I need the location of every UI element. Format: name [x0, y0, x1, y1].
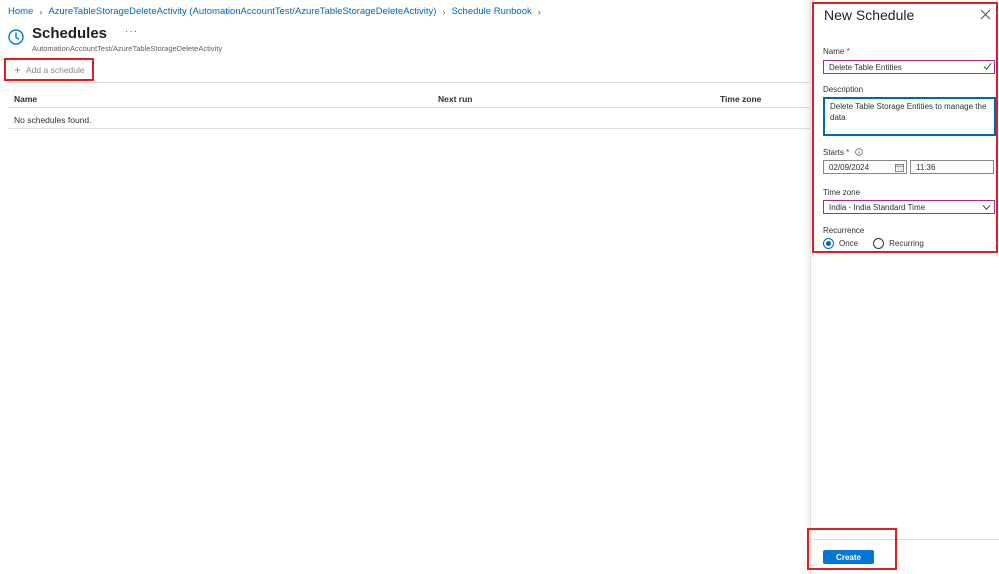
close-icon[interactable]: [980, 9, 991, 20]
time-zone-select[interactable]: India - India Standard Time: [823, 200, 995, 214]
recurrence-label: Recurrence: [823, 226, 865, 235]
page-title: Schedules: [32, 25, 108, 42]
panel-title: New Schedule: [824, 7, 915, 23]
breadcrumb: Home › AzureTableStorageDeleteActivity (…: [8, 6, 541, 17]
breadcrumb-runbook[interactable]: AzureTableStorageDeleteActivity (Automat…: [48, 6, 436, 17]
chevron-right-icon: ›: [537, 6, 541, 17]
recurrence-radio-group: Once Recurring: [823, 238, 934, 249]
create-button[interactable]: Create: [823, 550, 874, 564]
breadcrumb-schedule-runbook[interactable]: Schedule Runbook: [451, 6, 531, 17]
calendar-icon[interactable]: [895, 163, 904, 172]
breadcrumb-home[interactable]: Home: [8, 6, 33, 17]
page-subtitle: AutomationAccountTest/AzureTableStorageD…: [32, 44, 223, 53]
panel-footer-divider: [811, 539, 999, 540]
chevron-down-icon[interactable]: [982, 204, 991, 211]
description-label: Description: [823, 85, 864, 94]
radio-once[interactable]: [823, 238, 834, 249]
clock-icon: [8, 29, 24, 45]
chevron-right-icon: ›: [442, 6, 446, 17]
column-header-next-run[interactable]: Next run: [438, 94, 472, 104]
name-input[interactable]: Delete Table Entities: [823, 60, 995, 74]
start-time-input[interactable]: 11:36: [910, 160, 994, 174]
time-zone-label: Time zone: [823, 188, 861, 197]
radio-recurring-label: Recurring: [889, 239, 924, 248]
table-row: No schedules found.: [8, 109, 810, 129]
table-header: Name Next run Time zone: [8, 89, 810, 108]
radio-recurring[interactable]: [873, 238, 885, 249]
name-label: Name *: [823, 47, 850, 56]
more-options-icon[interactable]: ···: [125, 26, 138, 37]
schedules-table: Name Next run Time zone No schedules fou…: [8, 89, 810, 129]
add-schedule-button[interactable]: + Add a schedule: [4, 58, 94, 81]
radio-once-label: Once: [839, 239, 859, 248]
column-header-time-zone[interactable]: Time zone: [720, 94, 761, 104]
page-header: Schedules ··· AutomationAccountTest/Azur…: [8, 25, 222, 53]
add-schedule-label: Add a schedule: [26, 64, 85, 75]
description-textarea[interactable]: Delete Table Storage Entities to manage …: [823, 97, 996, 136]
checkmark-icon: [983, 63, 992, 71]
empty-message: No schedules found.: [14, 115, 92, 125]
column-header-name[interactable]: Name: [14, 94, 37, 104]
info-icon[interactable]: [855, 148, 863, 156]
starts-label: Starts *: [823, 148, 850, 157]
divider: [8, 82, 810, 83]
plus-icon: +: [14, 62, 22, 77]
chevron-right-icon: ›: [39, 6, 43, 17]
